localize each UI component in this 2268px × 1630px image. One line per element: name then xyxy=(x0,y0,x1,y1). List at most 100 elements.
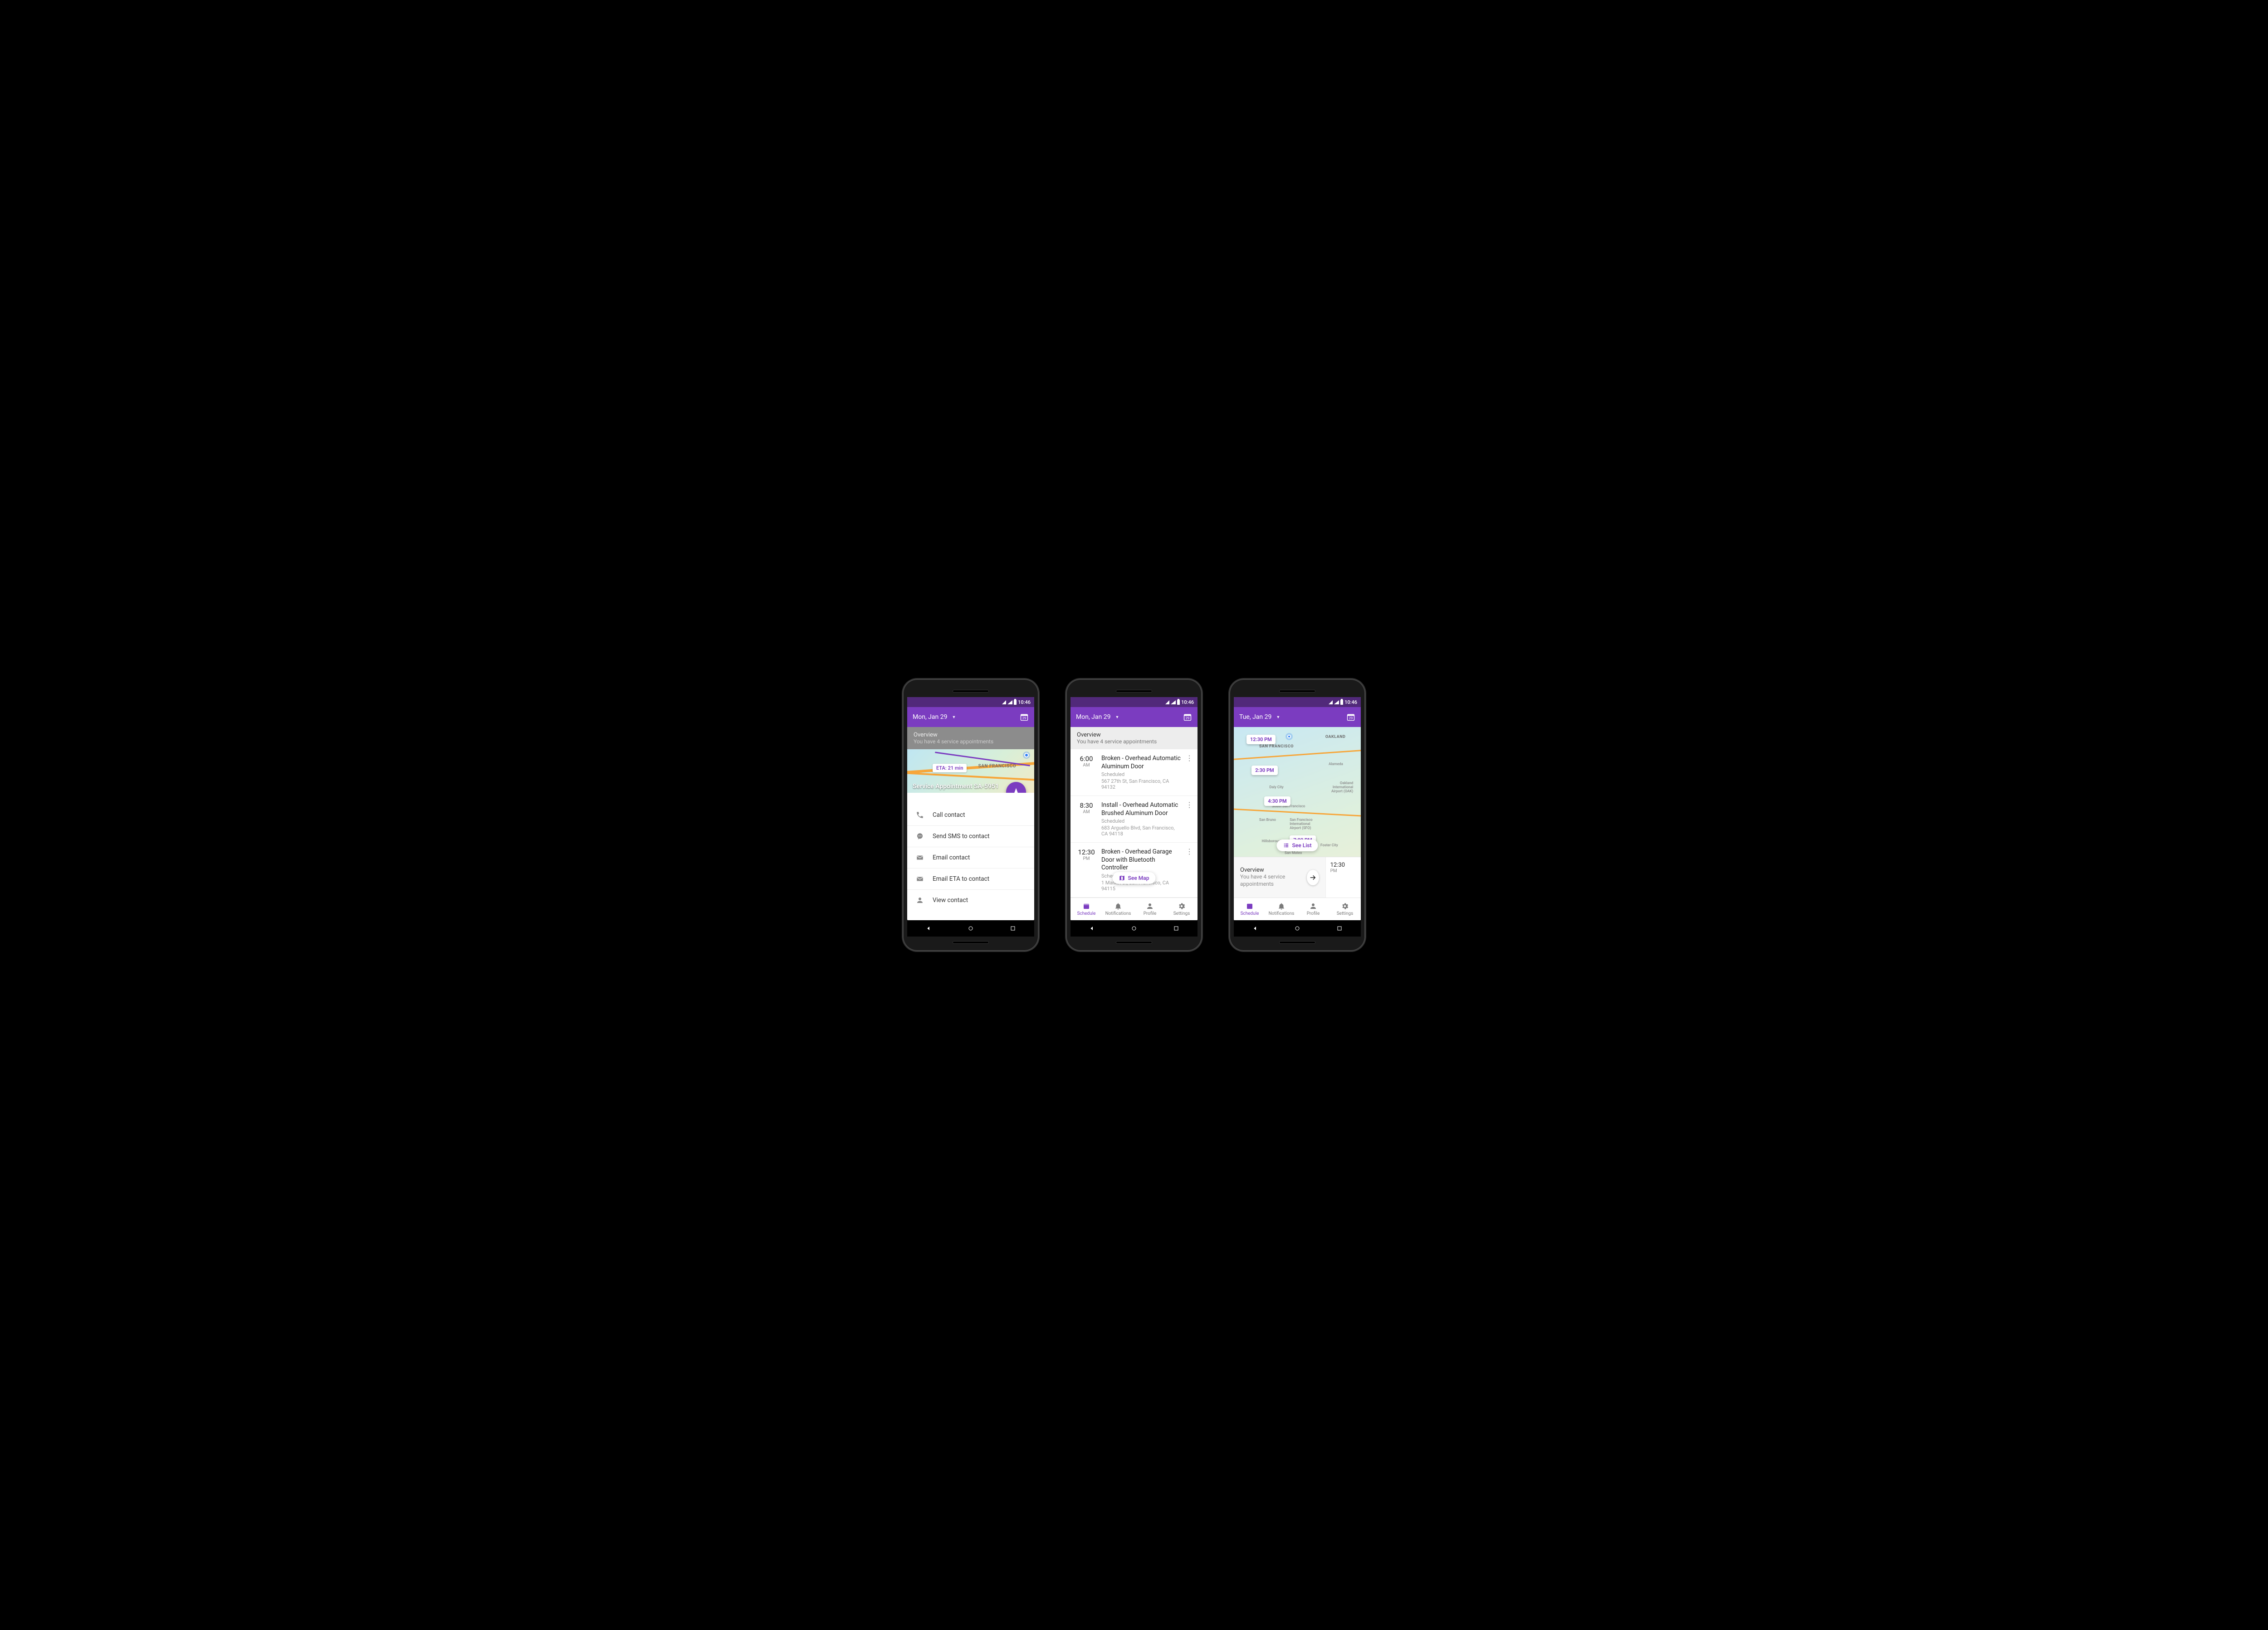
date-selector[interactable]: Mon, Jan 29 xyxy=(913,713,947,721)
appt-title: Broken - Overhead Automatic Aluminum Doo… xyxy=(1101,755,1181,771)
calendar-icon[interactable]: 29 xyxy=(1183,713,1192,722)
overview-banner: Overview You have 4 service appointments xyxy=(1070,727,1198,749)
arrow-right-icon xyxy=(1309,874,1317,882)
appointment-row[interactable]: 8:30AM Install - Overhead Automatic Brus… xyxy=(1070,796,1198,843)
map-label: Alameda xyxy=(1329,762,1343,766)
android-status-bar: 10:46 xyxy=(1234,697,1361,707)
more-icon[interactable]: ⋮ xyxy=(1186,801,1193,837)
appt-status: Scheduled xyxy=(1101,818,1181,824)
screen-schedule-list: 10:46 Mon, Jan 29 ▼ 29 Overview You have… xyxy=(1070,697,1198,920)
back-icon[interactable] xyxy=(925,925,932,932)
date-selector[interactable]: Mon, Jan 29 xyxy=(1076,713,1110,721)
tab-label: Profile xyxy=(1307,911,1320,916)
screen-schedule-map: 10:46 Tue, Jan 29 ▼ 29 OAKLAND SAN FRANC… xyxy=(1234,697,1361,920)
appt-ampm: AM xyxy=(1076,763,1097,768)
battery-icon xyxy=(1014,700,1017,705)
map-city-label: SAN FRANCISCO xyxy=(978,764,1016,769)
phone-speaker xyxy=(953,690,989,693)
tab-settings[interactable]: Settings xyxy=(1166,898,1198,920)
map-pin[interactable]: 12:30 PM xyxy=(1246,735,1276,744)
peek-time: 12:30 xyxy=(1330,862,1361,869)
overview-card[interactable]: Overview You have 4 service appointments xyxy=(1234,857,1325,898)
action-email-eta[interactable]: Email ETA to contact xyxy=(907,868,1034,889)
svg-text:29: 29 xyxy=(1022,716,1026,720)
eta-chip: ETA: 21 min xyxy=(933,764,967,772)
action-label: View contact xyxy=(933,897,968,904)
chevron-down-icon[interactable]: ▼ xyxy=(1276,715,1280,720)
tab-profile[interactable]: Profile xyxy=(1134,898,1166,920)
home-icon[interactable] xyxy=(967,925,974,932)
appt-address: 567 27th St, San Francisco, CA 94132 xyxy=(1101,778,1181,790)
tab-notifications[interactable]: Notifications xyxy=(1102,898,1134,920)
tab-schedule[interactable]: Schedule xyxy=(1070,898,1102,920)
recents-icon[interactable] xyxy=(1009,925,1017,932)
go-button[interactable] xyxy=(1307,870,1319,885)
appt-address: 683 Arguello Blvd, San Francisco, CA 941… xyxy=(1101,825,1181,837)
person-icon xyxy=(1309,902,1317,910)
map-label: OAKLAND xyxy=(1325,735,1346,739)
map-icon xyxy=(1119,875,1125,881)
email-icon xyxy=(915,875,924,883)
recents-icon[interactable] xyxy=(1336,925,1343,932)
see-list-label: See List xyxy=(1292,842,1311,849)
action-email[interactable]: Email contact xyxy=(907,847,1034,868)
map-label: Foster City xyxy=(1320,843,1338,847)
back-icon[interactable] xyxy=(1251,925,1259,932)
bottom-sheet[interactable]: Overview You have 4 service appointments… xyxy=(1234,857,1361,898)
action-label: Send SMS to contact xyxy=(933,833,990,840)
map-pin[interactable]: 4:30 PM xyxy=(1264,796,1290,806)
wifi-icon xyxy=(1329,700,1333,704)
battery-icon xyxy=(1177,700,1180,705)
appt-status: Scheduled xyxy=(1101,771,1181,777)
see-list-chip[interactable]: See List xyxy=(1276,839,1318,851)
tab-settings[interactable]: Settings xyxy=(1329,898,1361,920)
date-selector[interactable]: Tue, Jan 29 xyxy=(1239,713,1271,721)
android-nav-bar xyxy=(907,920,1034,937)
action-sms[interactable]: Send SMS to contact xyxy=(907,825,1034,847)
app-bar: Mon, Jan 29 ▼ 29 xyxy=(1070,707,1198,727)
more-icon[interactable]: ⋮ xyxy=(1186,848,1193,892)
chevron-down-icon[interactable]: ▼ xyxy=(952,715,956,720)
wifi-icon xyxy=(1002,700,1006,704)
action-view-contact[interactable]: View contact xyxy=(907,889,1034,911)
navigate-fab[interactable] xyxy=(1006,782,1026,793)
calendar-icon xyxy=(1082,902,1090,910)
tab-label: Schedule xyxy=(1077,911,1096,916)
current-location-dot xyxy=(1287,735,1291,738)
wifi-icon xyxy=(1165,700,1169,704)
signal-icon xyxy=(1334,700,1339,704)
android-nav-bar xyxy=(1234,920,1361,937)
tab-schedule[interactable]: Schedule xyxy=(1234,898,1266,920)
phone-mockup-1: 10:46 Mon, Jan 29 ▼ 29 Overview You have… xyxy=(903,679,1039,951)
home-icon[interactable] xyxy=(1130,925,1138,932)
bottom-tab-bar: Schedule Notifications Profile Settings xyxy=(1234,898,1361,920)
action-label: Email ETA to contact xyxy=(933,875,989,883)
tab-notifications[interactable]: Notifications xyxy=(1266,898,1297,920)
appt-time: 12:30 xyxy=(1076,848,1097,856)
calendar-icon[interactable]: 29 xyxy=(1346,713,1355,722)
overview-subtitle: You have 4 service appointments xyxy=(1240,874,1302,888)
contact-actions-list: Call contact Send SMS to contact Email c… xyxy=(907,793,1034,911)
appointment-row[interactable]: 6:00AM Broken - Overhead Automatic Alumi… xyxy=(1070,749,1198,796)
see-map-chip[interactable]: See Map xyxy=(1113,872,1156,884)
recents-icon[interactable] xyxy=(1173,925,1180,932)
next-appointment-peek[interactable]: 12:30 PM xyxy=(1325,857,1361,898)
home-icon[interactable] xyxy=(1294,925,1301,932)
map-hero[interactable]: ETA: 21 min SAN FRANCISCO Service Appoin… xyxy=(907,749,1034,793)
map-label: Daly City xyxy=(1269,785,1283,789)
overview-subtitle: You have 4 service appointments xyxy=(1077,738,1191,745)
tab-profile[interactable]: Profile xyxy=(1297,898,1329,920)
appointment-row[interactable]: 12:30PM Broken - Overhead Garage Door wi… xyxy=(1070,843,1198,898)
calendar-icon[interactable]: 29 xyxy=(1020,713,1029,722)
action-call[interactable]: Call contact xyxy=(907,805,1034,825)
back-icon[interactable] xyxy=(1088,925,1095,932)
chevron-down-icon[interactable]: ▼ xyxy=(1115,715,1119,720)
overview-banner: Overview You have 4 service appointments xyxy=(907,727,1034,749)
more-icon[interactable]: ⋮ xyxy=(1186,755,1193,790)
overview-title: Overview xyxy=(1077,732,1191,738)
bottom-tab-bar: Schedule Notifications Profile Settings xyxy=(1070,898,1198,920)
map-pin[interactable]: 2:30 PM xyxy=(1251,766,1278,775)
appt-time: 8:30 xyxy=(1076,801,1097,810)
overview-title: Overview xyxy=(1240,867,1302,874)
appointment-title: Service Appointment SA-5951 xyxy=(913,783,999,790)
